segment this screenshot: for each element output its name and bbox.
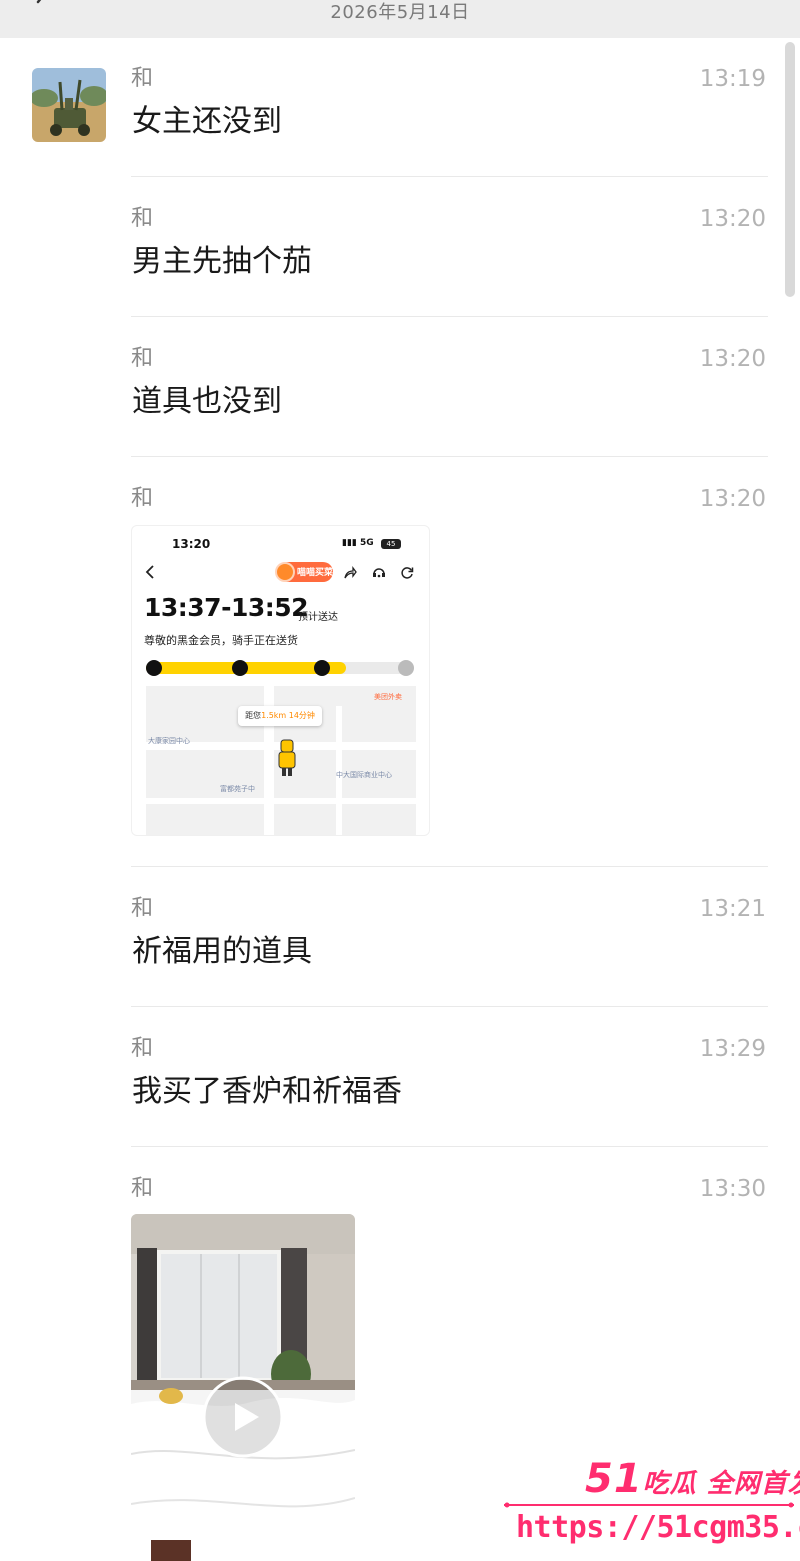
battery-icon: 45 [381,539,401,549]
message-time: 13:20 [699,346,766,372]
watermark-url: https://51cgm35.com [516,1510,800,1545]
sender-name: 和 [131,66,154,91]
video-message[interactable] [131,1214,355,1561]
message-item[interactable]: 和 13:29 我买了香炉和祈福香 [131,1036,768,1126]
message-text: 道具也没到 [132,384,282,419]
message-item[interactable]: 和 13:21 祈福用的道具 [131,896,768,986]
message-text: 女主还没到 [132,104,282,139]
destination-node-icon [398,660,414,676]
screenshot-status-time: 13:20 [172,537,211,551]
map-label: 大康家园中心 [148,737,190,745]
message-time: 13:29 [699,1036,766,1062]
map-store-tag: 美团外卖 [374,693,402,701]
brand-logo: 喵喵买菜 [275,562,334,582]
map-road [146,798,416,804]
sender-name: 和 [131,206,154,231]
sender-name: 和 [131,1176,154,1201]
message-item: 和 13:30 [131,1176,768,1206]
divider [131,1146,768,1147]
message-text: 男主先抽个茄 [132,244,312,279]
image-message[interactable]: 13:20 ▮▮▮ 5G 45 喵喵买菜 13:37-13:52 预计送达 尊敬… [131,525,430,836]
divider [131,456,768,457]
message-text: 我买了香炉和祈福香 [132,1074,402,1109]
play-icon[interactable] [201,1375,285,1459]
eta-note: 预计送达 [298,612,338,623]
watermark-divider [504,1502,794,1508]
signal-bars-icon: ▮▮▮ [342,538,360,548]
sender-name: 和 [131,1036,154,1061]
share-icon [344,566,357,579]
message-time: 13:20 [699,206,766,232]
sender-name: 和 [131,346,154,371]
rider-distance-bubble: 距您1.5km 14分钟 [238,706,322,726]
rider-node-icon [314,660,330,676]
scrollbar[interactable] [785,42,795,297]
divider [131,316,768,317]
divider [131,866,768,867]
avatar[interactable] [32,68,106,142]
customer-service-icon [373,568,385,578]
avatar-image [32,68,106,142]
map-label: 中大国际商业中心 [336,771,392,779]
message-text: 祈福用的道具 [132,934,312,969]
map-label: 富都苑子中 [220,785,255,793]
sender-name: 和 [131,486,154,511]
date-header-bar: 2026年5月14日 [0,0,800,38]
brand-label: 喵喵买菜 [297,568,334,578]
order-placed-node-icon [146,660,162,676]
brand-badge-icon [275,562,295,582]
message-time: 13:19 [699,66,766,92]
rider-status: 尊敬的黑金会员，骑手正在送货 [144,634,298,647]
message-item[interactable]: 和 13:20 男主先抽个茄 [131,206,768,296]
store-node-icon [232,660,248,676]
delivery-progress-bar [146,660,414,676]
message-item: 和 13:20 [131,486,768,516]
divider [131,1006,768,1007]
message-item[interactable]: 和 13:20 道具也没到 [131,346,768,436]
divider [131,176,768,177]
message-time: 13:21 [699,896,766,922]
message-time: 13:20 [699,486,766,512]
delivery-eta: 13:37-13:52 [144,593,309,622]
watermark-brand: 51吃瓜 全网首发 [585,1456,800,1502]
chevron-left-icon [145,565,154,579]
chat-history-page: 2026年5月14日 和 13:19 女主还没到 和 13:20 男主先抽个茄 … [0,0,800,1561]
rider-location-icon [278,739,296,776]
sender-name: 和 [131,896,154,921]
message-item[interactable]: 和 13:19 女主还没到 [131,66,768,156]
date-label: 2026年5月14日 [330,2,470,23]
signal-indicator: ▮▮▮ 5G [342,538,374,548]
message-time: 13:30 [699,1176,766,1202]
refresh-icon [401,567,414,579]
